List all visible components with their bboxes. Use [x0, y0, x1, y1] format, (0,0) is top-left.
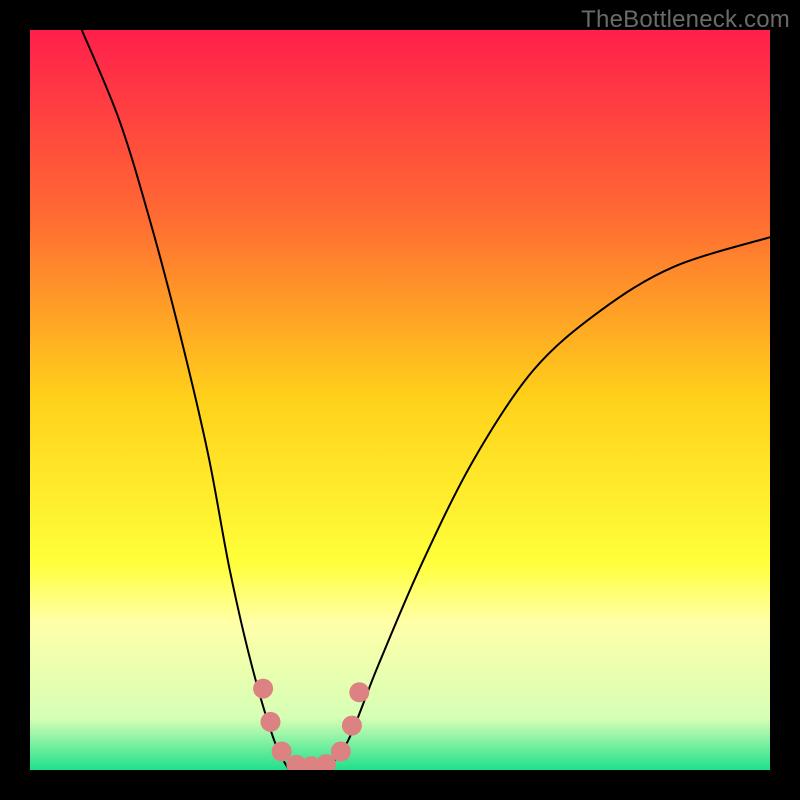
marker-dot	[342, 716, 362, 736]
gradient-background	[30, 30, 770, 770]
chart-canvas	[30, 30, 770, 770]
marker-dot	[272, 742, 292, 762]
marker-dot	[349, 682, 369, 702]
plot-area	[30, 30, 770, 770]
marker-dot	[253, 679, 273, 699]
watermark-text: TheBottleneck.com	[581, 6, 790, 34]
marker-dot	[331, 742, 351, 762]
marker-dot	[261, 712, 281, 732]
chart-frame: TheBottleneck.com	[0, 0, 800, 800]
